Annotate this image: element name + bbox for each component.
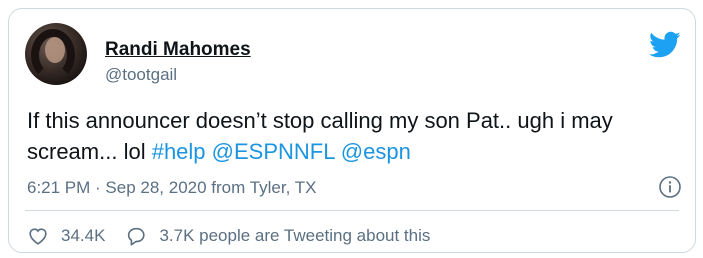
divider [25, 210, 679, 211]
action-bar: 34.4K 3.7K people are Tweeting about thi… [27, 223, 430, 249]
twitter-bird-icon[interactable] [649, 31, 681, 59]
speech-bubble-icon [128, 227, 146, 246]
mention-link-espnnfl[interactable]: @ESPNNFL [212, 139, 335, 164]
tweeting-about-text: 3.7K people are Tweeting about this [159, 226, 431, 245]
heart-icon [29, 228, 47, 245]
avatar-face [45, 37, 65, 63]
like-count: 34.4K [61, 226, 106, 245]
hashtag-link[interactable]: #help [152, 139, 206, 164]
avatar[interactable] [25, 23, 87, 85]
tweet-text: If this announcer doesn’t stop calling m… [27, 105, 687, 167]
info-icon[interactable] [658, 175, 682, 199]
like-action[interactable]: 34.4K [27, 225, 105, 247]
tweet-timestamp[interactable]: 6:21 PM · Sep 28, 2020 from Tyler, TX [27, 178, 316, 198]
reply-action[interactable]: 3.7K people are Tweeting about this [125, 225, 430, 247]
author-handle[interactable]: @tootgail [105, 65, 177, 85]
tweet-card: Randi Mahomes @tootgail If this announce… [8, 8, 696, 253]
mention-link-espn[interactable]: @espn [341, 139, 411, 164]
author-name[interactable]: Randi Mahomes [105, 39, 251, 61]
